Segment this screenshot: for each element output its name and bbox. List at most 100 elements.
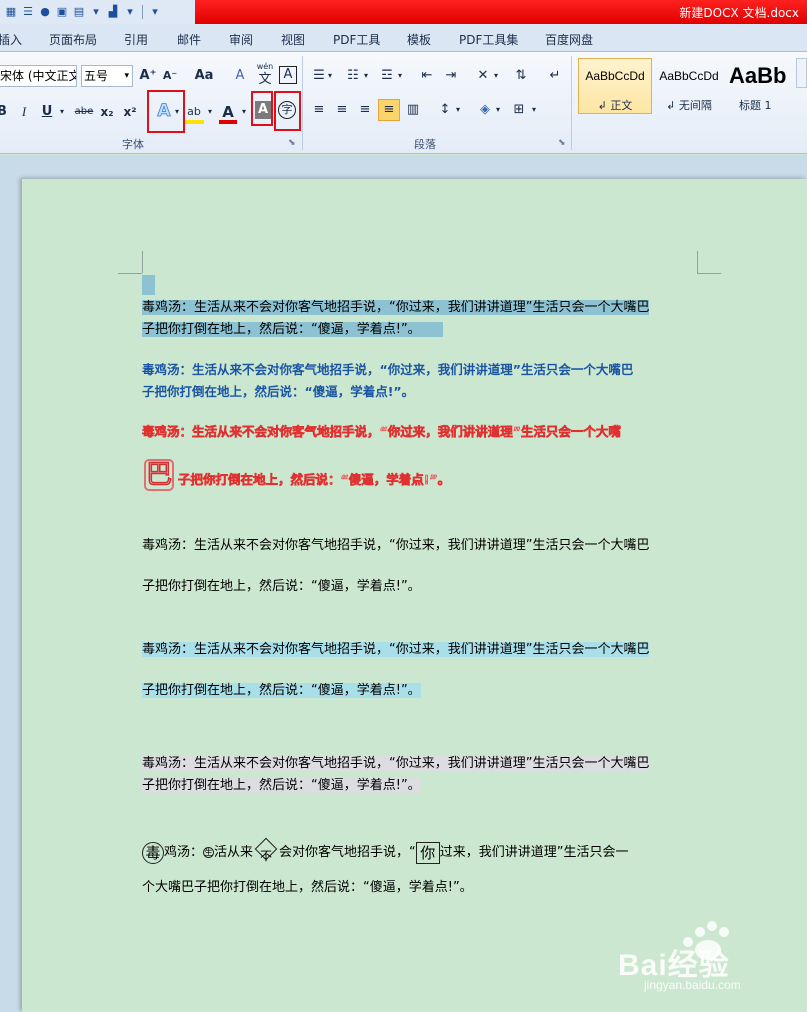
paragraph-highlighted[interactable]: 毒鸡汤：生活从来不会对你客气地招手说，“你过来，我们讲讲道理”生活只会一个大嘴巴… <box>142 639 702 702</box>
chevron-down-icon[interactable]: ▾ <box>492 66 500 86</box>
multilevel-list-icon[interactable]: ☲ <box>378 66 396 86</box>
style-name: 标题 1 <box>739 99 772 112</box>
paragraph-group-label: 段落 <box>414 138 436 151</box>
chevron-down-icon[interactable]: ▾ <box>494 100 502 120</box>
text-line: 子把你打倒在地上，然后说：“傻逼，学着点!”。 <box>178 472 451 488</box>
highlight-box-char-shading <box>251 91 273 126</box>
tab-templates[interactable]: 模板 <box>407 31 431 48</box>
separator <box>142 5 143 19</box>
font-color-button[interactable]: A <box>219 102 237 124</box>
shading-icon[interactable]: ◈ <box>476 100 494 120</box>
align-center-icon[interactable]: ≡ <box>333 100 351 120</box>
underline-button[interactable]: U <box>40 102 54 122</box>
style-no-spacing[interactable]: AaBbCcDd ↲ 无间隔 <box>652 58 726 114</box>
text-line: 子把你打倒在地上，然后说：“傻逼，学着点!”。 <box>142 683 421 698</box>
enclosed-char-small: 生 <box>203 847 215 858</box>
save-all-icon[interactable]: ▦ <box>4 5 18 19</box>
paragraph-selected[interactable]: 毒鸡汤：生活从来不会对你客气地招手说，“你过来，我们讲讲道理”生活只会一个大嘴巴… <box>142 297 702 341</box>
chevron-down-icon[interactable]: ▾ <box>57 102 67 122</box>
shrink-font-button[interactable]: A⁻ <box>160 66 180 86</box>
dropdown-icon[interactable]: ▾ <box>89 5 103 19</box>
chevron-down-icon[interactable]: ▾ <box>530 100 538 120</box>
align-left-icon[interactable]: ≡ <box>310 100 328 120</box>
distributed-icon[interactable]: ▥ <box>404 100 422 120</box>
font-name-select[interactable]: 宋体 (中文正文) <box>0 65 77 87</box>
chevron-down-icon[interactable]: ▾ <box>205 102 215 122</box>
print-preview-icon[interactable]: ▣ <box>55 5 69 19</box>
chevron-down-icon[interactable]: ▾ <box>454 100 462 120</box>
ribbon-tabs: 插入 页面布局 引用 邮件 审阅 视图 PDF工具 模板 PDF工具集 百度网盘 <box>0 24 807 52</box>
align-right-icon[interactable]: ≡ <box>356 100 374 120</box>
customize-icon[interactable]: ▾ <box>148 5 162 19</box>
text-run: 活从来 <box>214 845 254 860</box>
undo-icon[interactable]: ☰ <box>21 5 35 19</box>
document-page[interactable]: 毒鸡汤：生活从来不会对你客气地招手说，“你过来，我们讲讲道理”生活只会一个大嘴巴… <box>22 179 807 1012</box>
grow-font-button[interactable]: A⁺ <box>138 66 158 86</box>
globe-icon[interactable]: ● <box>38 5 52 19</box>
clear-format-button[interactable]: A <box>230 66 250 86</box>
chevron-down-icon[interactable]: ▾ <box>326 66 334 86</box>
paragraph-bold-blue[interactable]: 毒鸡汤：生活从来不会对你客气地招手说，“你过来，我们讲讲道理”生活只会一个大嘴巴… <box>142 359 702 403</box>
selection-marker <box>142 275 155 295</box>
highlight-box-text-effect <box>147 90 185 133</box>
bold-button[interactable]: B <box>0 102 8 122</box>
layout-icon[interactable]: ▟ <box>106 5 120 19</box>
tab-page-layout[interactable]: 页面布局 <box>49 31 97 48</box>
style-heading-1[interactable]: AaBb 标题 1 <box>726 58 792 114</box>
style-name: ↲ 正文 <box>597 99 633 112</box>
text-line: 子把你打倒在地上，然后说：“傻逼，学着点!”。 <box>142 778 421 793</box>
styles-scroll-button[interactable] <box>796 58 807 88</box>
chevron-down-icon[interactable]: ▾ <box>362 66 370 86</box>
paragraph-shaded[interactable]: 毒鸡汤：生活从来不会对你客气地招手说，“你过来，我们讲讲道理”生活只会一个大嘴巴… <box>142 753 702 797</box>
italic-button[interactable]: I <box>18 102 30 122</box>
title-bar-caption: 新建DOCX 文档.docx <box>195 0 807 24</box>
tab-review[interactable]: 审阅 <box>229 31 253 48</box>
paragraph-enclosed-chars[interactable]: 毒鸡汤：生活从来不会对你客气地招手说，“ 你过来，我们讲讲道理”生活只会一 个大嘴… <box>142 837 702 899</box>
dialog-launcher-icon[interactable]: ⬊ <box>288 138 296 148</box>
tab-pdf-tools[interactable]: PDF工具 <box>333 31 380 48</box>
tab-insert[interactable]: 插入 <box>0 31 22 48</box>
subscript-button[interactable]: x₂ <box>98 102 116 122</box>
tab-baidu-netdisk[interactable]: 百度网盘 <box>545 31 593 48</box>
image-icon[interactable]: ▤ <box>72 5 86 19</box>
strikethrough-button[interactable]: abe <box>73 102 95 122</box>
paragraph-text-effect-line2[interactable]: 子把你打倒在地上，然后说：“傻逼，学着点!”。 <box>178 469 698 491</box>
enclosed-char-square: 你 <box>415 842 440 864</box>
decrease-indent-icon[interactable]: ⇤ <box>418 66 436 86</box>
tab-view[interactable]: 视图 <box>281 31 305 48</box>
group-separator <box>571 56 572 150</box>
tab-pdf-toolset[interactable]: PDF工具集 <box>459 31 518 48</box>
dropdown-icon[interactable]: ▾ <box>123 5 137 19</box>
tab-references[interactable]: 引用 <box>124 31 148 48</box>
chevron-down-icon[interactable]: ▾ <box>239 102 249 122</box>
superscript-button[interactable]: x² <box>121 102 139 122</box>
char-border-button[interactable]: A <box>279 66 297 84</box>
justify-icon[interactable]: ≡ <box>378 99 400 121</box>
paragraph-plain[interactable]: 毒鸡汤：生活从来不会对你客气地招手说，“你过来，我们讲讲道理”生活只会一个大嘴巴… <box>142 535 702 598</box>
increase-indent-icon[interactable]: ⇥ <box>442 66 460 86</box>
tab-mailings[interactable]: 邮件 <box>177 31 201 48</box>
text-run: 会对你客气地招手说，“ <box>279 845 416 860</box>
chinese-layout-icon[interactable]: ✕ <box>474 66 492 86</box>
borders-icon[interactable]: ⊞ <box>510 100 528 120</box>
drop-cap: 巴 <box>144 459 174 491</box>
enclosed-char-circle: 毒 <box>142 842 164 864</box>
style-sample: AaBbCcDd <box>659 69 719 83</box>
chevron-down-icon[interactable]: ▾ <box>396 66 404 86</box>
font-size-select[interactable]: 五号 ▾ <box>81 65 133 87</box>
crop-mark <box>697 273 721 274</box>
style-name: ↲ 无间隔 <box>666 99 712 112</box>
paragraph-text-effect[interactable]: 毒鸡汤：生活从来不会对你客气地招手说，“你过来，我们讲讲道理”生活只会一个大嘴 <box>142 421 702 443</box>
sort-icon[interactable]: ⇅ <box>512 66 530 86</box>
style-sample: AaBb <box>729 63 787 88</box>
change-case-button[interactable]: Aa <box>191 66 217 86</box>
document-title: 新建DOCX 文档.docx <box>679 6 799 20</box>
style-normal[interactable]: AaBbCcDd ↲ 正文 <box>578 58 652 114</box>
numbering-icon[interactable]: ☷ <box>344 66 362 86</box>
show-marks-icon[interactable]: ↵ <box>546 66 564 86</box>
phonetic-guide-button[interactable]: 文 <box>254 70 276 90</box>
dialog-launcher-icon[interactable]: ⬊ <box>558 138 566 148</box>
text-run: 鸡汤： <box>164 845 204 860</box>
line-spacing-icon[interactable]: ↕ <box>436 100 454 120</box>
highlight-button[interactable]: ab <box>184 102 204 124</box>
